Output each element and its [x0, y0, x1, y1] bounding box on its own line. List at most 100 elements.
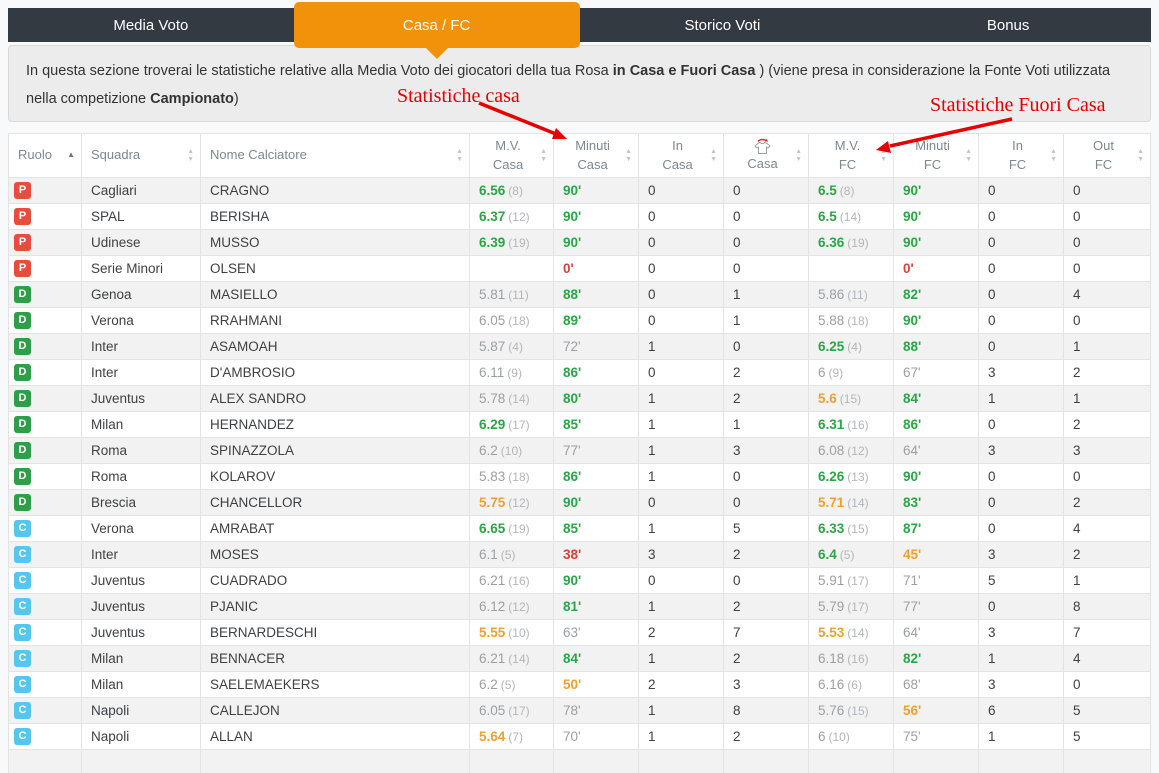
- column-header-label: In FC: [1008, 138, 1027, 172]
- description-bold-casa-fc: in Casa e Fuori Casa: [612, 63, 756, 79]
- team-cell: Roma: [81, 463, 201, 490]
- out-fc-cell: 0: [1063, 255, 1151, 282]
- mv-fc-cell: 6.18 (16): [808, 645, 894, 672]
- column-header-in-fc[interactable]: In FC ▲ ▼: [978, 133, 1064, 178]
- sort-arrows-icon[interactable]: ▲ ▼: [880, 148, 887, 163]
- minuti-fc-cell: 56': [893, 697, 979, 724]
- in-fc-cell: 3: [978, 541, 1064, 568]
- tab-casa-fc[interactable]: Casa / FC: [293, 2, 580, 59]
- in-fc-cell: 3: [978, 671, 1064, 698]
- player-name-cell: BENNACER: [200, 645, 470, 672]
- mv-casa-cell: 6.29 (17): [469, 411, 554, 438]
- role-cell: P: [8, 203, 82, 230]
- mv-casa-cell: 6.12 (12): [469, 593, 554, 620]
- role-badge: D: [14, 312, 31, 329]
- team-cell: Verona: [81, 307, 201, 334]
- table-row: D Genoa MASIELLO 5.81 (11) 88' 0 1 5.86 (11) 82' 0 4: [8, 281, 1151, 308]
- column-header-minuti-fc[interactable]: Minuti FC ▲ ▼: [893, 133, 979, 178]
- role-badge: P: [14, 182, 31, 199]
- table-row: C Juventus BERNARDESCHI 5.55 (10) 63' 2 7 5.53 (1…: [8, 619, 1151, 646]
- sort-arrows-icon[interactable]: ▲ ▼: [625, 148, 632, 163]
- out-fc-cell: 3: [1063, 437, 1151, 464]
- column-header-in-casa[interactable]: In Casa ▲ ▼: [638, 133, 724, 178]
- mv-fc-cell: 5.76 (15): [808, 697, 894, 724]
- team-cell: Juventus: [81, 567, 201, 594]
- player-name-cell: D'AMBROSIO: [200, 359, 470, 386]
- sort-arrows-icon[interactable]: ▲ ▼: [710, 148, 717, 163]
- in-casa-cell: 1: [638, 645, 724, 672]
- column-header-label: Ruolo: [18, 147, 52, 163]
- column-header-mv-casa[interactable]: M.V. Casa ▲ ▼: [469, 133, 554, 178]
- sort-arrows-icon[interactable]: ▲ ▼: [187, 148, 194, 163]
- sort-arrows-icon[interactable]: ▲ ▼: [540, 148, 547, 163]
- table-row: C Milan BENNACER 6.21 (14) 84' 1 2 6.18 (16) 82' 1 4: [8, 645, 1151, 672]
- mv-fc-cell: 6.36 (19): [808, 229, 894, 256]
- column-header-mv-fc[interactable]: M.V. FC ▲ ▼: [808, 133, 894, 178]
- tab-storico-voti[interactable]: Storico Voti: [580, 8, 866, 42]
- in-casa-cell: 3: [638, 541, 724, 568]
- column-header-minuti-casa[interactable]: Minuti Casa ▲ ▼: [553, 133, 639, 178]
- in-casa-cell: 1: [638, 723, 724, 750]
- minuti-casa-cell: 86': [553, 359, 639, 386]
- sort-arrows-icon[interactable]: ▲: [67, 150, 75, 159]
- mv-fc-cell: 6.5 (8): [808, 177, 894, 204]
- out-fc-cell: 0: [1063, 671, 1151, 698]
- out-fc-cell: 4: [1063, 645, 1151, 672]
- mv-fc-cell: 5.53 (14): [808, 619, 894, 646]
- minuti-fc-cell: 82': [893, 281, 979, 308]
- sort-arrows-icon[interactable]: ▲ ▼: [1050, 148, 1057, 163]
- out-fc-cell: 0: [1063, 463, 1151, 490]
- table-row: C Milan SAELEMAEKERS 6.2 (5) 50' 2 3 6.16 (6) 68' 3…: [8, 671, 1151, 698]
- mv-fc-cell: [808, 255, 894, 282]
- team-cell: SPAL: [81, 203, 201, 230]
- mv-casa-cell: 6.56 (8): [469, 177, 554, 204]
- out-fc-cell: 2: [1063, 489, 1151, 516]
- in-casa-cell: 0: [638, 567, 724, 594]
- table-row: D Roma SPINAZZOLA 6.2 (10) 77' 1 3 6.08 (12) 64' 3 3: [8, 437, 1151, 464]
- out-fc-cell: 2: [1063, 541, 1151, 568]
- minuti-fc-cell: 82': [893, 645, 979, 672]
- in-casa-cell: 0: [638, 177, 724, 204]
- description-bold-campionato: Campionato: [150, 90, 234, 107]
- team-cell: Milan: [81, 645, 201, 672]
- column-header-nome-calciatore[interactable]: Nome Calciatore ▲ ▼: [200, 133, 470, 178]
- mv-casa-cell: 5.83 (18): [469, 463, 554, 490]
- out-casa-cell: 5: [723, 515, 809, 542]
- sort-arrows-icon[interactable]: ▲ ▼: [965, 148, 972, 163]
- in-fc-cell: 1: [978, 723, 1064, 750]
- role-cell: C: [8, 593, 82, 620]
- sort-arrows-icon[interactable]: ▲ ▼: [795, 148, 802, 163]
- table-row: C Napoli ALLAN 5.64 (7) 70' 1 2 6 (10) 75' 1 5: [8, 723, 1151, 750]
- minuti-fc-cell: 64': [893, 437, 979, 464]
- mv-fc-cell: 6 (9): [808, 359, 894, 386]
- out-casa-cell: 0: [723, 489, 809, 516]
- sort-arrows-icon[interactable]: ▲ ▼: [456, 148, 463, 163]
- in-fc-cell: 0: [978, 203, 1064, 230]
- minuti-fc-cell: 45': [893, 541, 979, 568]
- in-casa-cell: 0: [638, 489, 724, 516]
- minuti-casa-cell: 38': [553, 541, 639, 568]
- role-cell: D: [8, 489, 82, 516]
- column-header-out-casa[interactable]: Casa ▲ ▼: [723, 133, 809, 178]
- team-cell: Roma: [81, 437, 201, 464]
- role-badge: D: [14, 286, 31, 303]
- active-tab-pill[interactable]: Casa / FC: [293, 2, 580, 48]
- player-name-cell: OLSEN: [200, 255, 470, 282]
- in-casa-cell: 0: [638, 255, 724, 282]
- out-fc-cell: 0: [1063, 307, 1151, 334]
- tab-media-voto[interactable]: Media Voto: [8, 8, 294, 42]
- sort-arrows-icon[interactable]: ▲ ▼: [1137, 148, 1144, 163]
- table-row: D Roma KOLAROV 5.83 (18) 86' 1 0 6.26 (13) 90' 0 0: [8, 463, 1151, 490]
- out-casa-cell: 7: [723, 619, 809, 646]
- tab-bonus[interactable]: Bonus: [865, 8, 1151, 42]
- role-badge: D: [14, 416, 31, 433]
- mv-casa-cell: 6.65 (19): [469, 515, 554, 542]
- column-header-squadra[interactable]: Squadra ▲ ▼: [81, 133, 201, 178]
- player-name-cell: SAELEMAEKERS: [200, 671, 470, 698]
- minuti-fc-cell: 75': [893, 723, 979, 750]
- minuti-casa-cell: 86': [553, 463, 639, 490]
- minuti-casa-cell: 90': [553, 489, 639, 516]
- column-header-ruolo[interactable]: Ruolo ▲: [8, 133, 82, 178]
- column-header-out-fc[interactable]: Out FC ▲ ▼: [1063, 133, 1151, 178]
- table-row: D Milan HERNANDEZ 6.29 (17) 85' 1 1 6.31 (16) 86' 0…: [8, 411, 1151, 438]
